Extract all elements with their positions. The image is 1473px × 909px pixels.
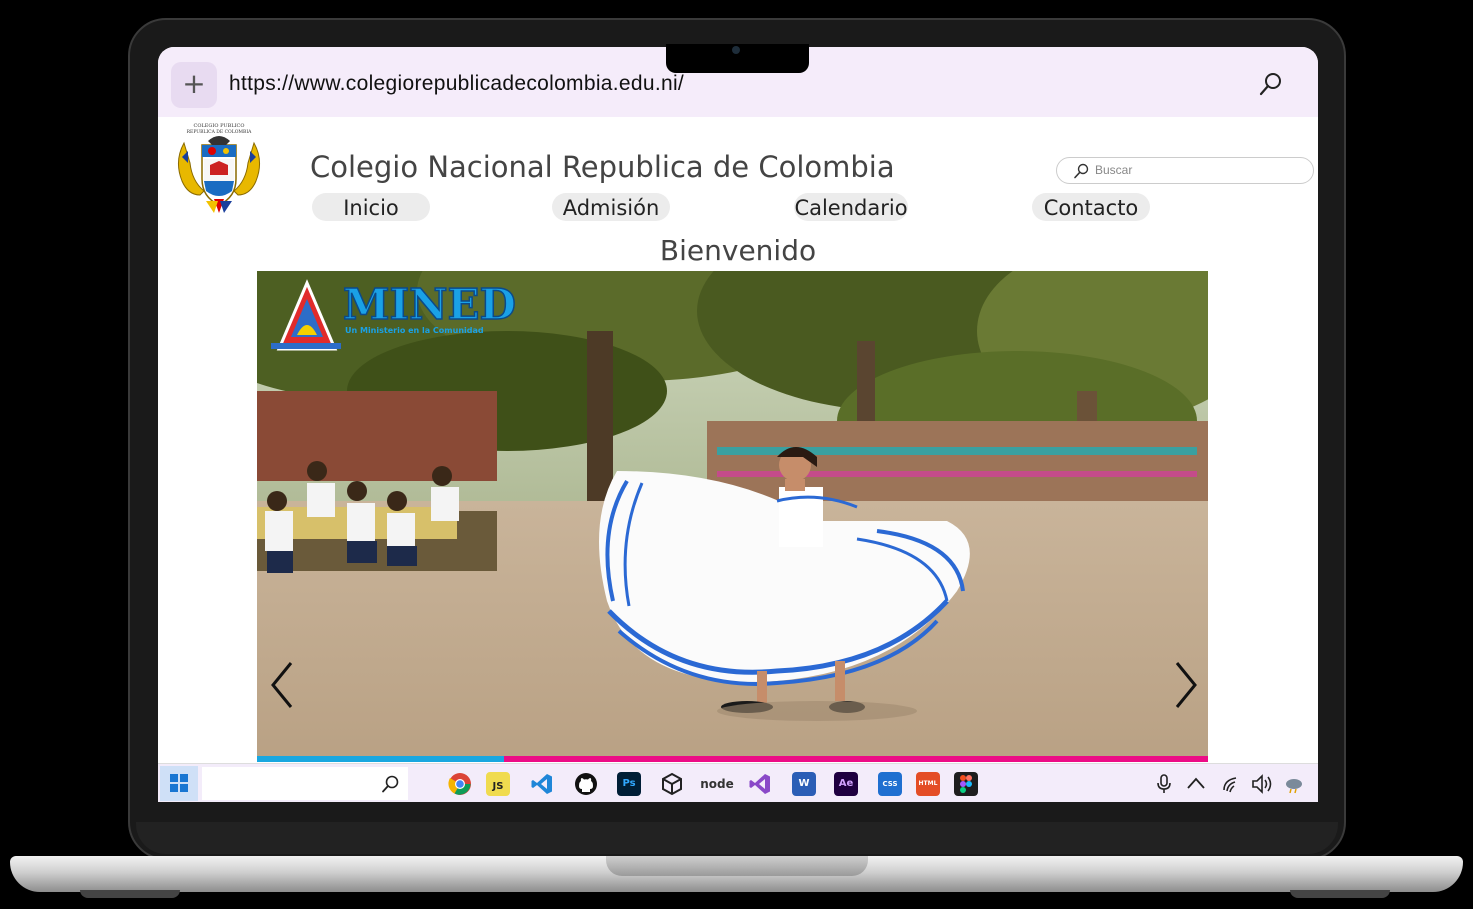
visual-studio-icon[interactable] [748, 772, 772, 796]
search-icon [1074, 163, 1089, 179]
figma-icon[interactable] [954, 772, 978, 796]
camera-lens-icon [732, 46, 740, 54]
windows-start-icon[interactable] [160, 766, 198, 801]
taskbar-search-input[interactable] [202, 767, 408, 800]
laptop-foot-right [1290, 890, 1390, 898]
nav-admision[interactable]: Admisión [552, 193, 670, 221]
mined-brand-text: MINED [343, 280, 516, 329]
search-placeholder: Buscar [1095, 163, 1133, 177]
chevron-up-icon[interactable] [1184, 772, 1208, 796]
nav-contacto[interactable]: Contacto [1032, 193, 1150, 221]
logo-text-2: REPUBLICA DE COLOMBIA [187, 129, 252, 135]
word-icon[interactable]: W [792, 772, 816, 796]
github-icon[interactable] [574, 772, 598, 796]
carousel-photo-folk-dancer: MINED Un Ministerio en la Comunidad [257, 271, 1208, 762]
new-tab-button[interactable]: + [171, 62, 217, 108]
carousel-next-arrow-icon[interactable] [1171, 659, 1201, 711]
carousel-progress-bar [257, 756, 1208, 762]
carousel-progress-fill [257, 756, 505, 762]
carousel-prev-arrow-icon[interactable] [267, 659, 297, 711]
weather-icon[interactable] [1282, 772, 1306, 796]
url-field[interactable]: https://www.colegiorepublicadecolombia.e… [229, 72, 684, 96]
javascript-icon[interactable]: JS [486, 772, 510, 796]
volume-icon[interactable] [1250, 772, 1274, 796]
wifi-icon[interactable] [1220, 772, 1244, 796]
laptop-base-notch [606, 856, 868, 876]
after-effects-icon[interactable]: Ae [834, 772, 858, 796]
site-title: Colegio Nacional Republica de Colombia [310, 150, 895, 184]
nav-calendario[interactable]: Calendario [794, 193, 908, 221]
laptop-bezel-bottom [136, 822, 1338, 854]
search-icon[interactable] [1258, 71, 1284, 97]
image-carousel[interactable]: MINED Un Ministerio en la Comunidad [257, 271, 1208, 762]
html5-icon[interactable]: HTML [916, 772, 940, 796]
photoshop-icon[interactable]: Ps [617, 772, 641, 796]
search-icon [382, 775, 399, 793]
mined-subtitle: Un Ministerio en la Comunidad [345, 326, 484, 335]
vscode-icon[interactable] [530, 772, 554, 796]
logo-text-1: COLEGIO PUBLICO [194, 123, 245, 129]
site-search-input[interactable]: Buscar [1056, 157, 1314, 184]
school-logo[interactable]: COLEGIO PUBLICO REPUBLICA DE COLOMBIA [174, 121, 264, 217]
os-taskbar: JS Ps node W Ae CSS HTML [158, 763, 1318, 802]
nodejs-icon[interactable]: node [700, 772, 734, 796]
unity-icon[interactable] [660, 772, 684, 796]
css3-icon[interactable]: CSS [878, 772, 902, 796]
chrome-icon[interactable] [448, 772, 472, 796]
microphone-icon[interactable] [1152, 772, 1176, 796]
nav-inicio[interactable]: Inicio [312, 193, 430, 221]
laptop-screen: + https://www.colegiorepublicadecolombia… [158, 47, 1318, 802]
welcome-heading: Bienvenido [659, 234, 817, 267]
laptop-foot-left [80, 890, 180, 898]
